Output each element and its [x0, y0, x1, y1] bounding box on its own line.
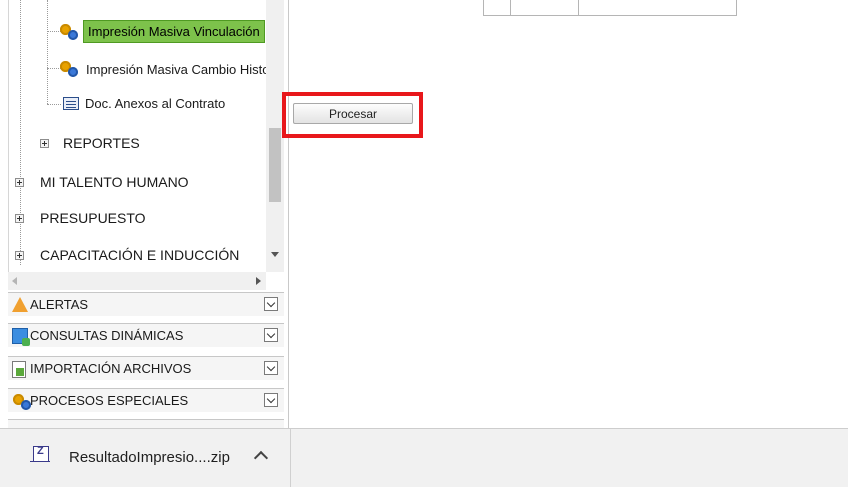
download-item[interactable]: ResultadoImpresio....zip [0, 429, 291, 487]
scroll-right-arrow-icon[interactable] [256, 277, 261, 285]
document-list-icon [63, 97, 79, 110]
gear-process-icon [12, 393, 31, 410]
menu-tree: Impresión Masiva Vinculación Impresión M… [8, 0, 289, 290]
chevron-down-icon[interactable] [264, 328, 278, 342]
tree-connector [47, 0, 48, 104]
panel-label: ALERTAS [30, 297, 89, 312]
panel-label: IMPORTACIÓN ARCHIVOS [30, 361, 192, 376]
horizontal-scrollbar[interactable] [8, 272, 266, 290]
tree-item-label: MI TALENTO HUMANO [40, 174, 189, 190]
tree-item-presupuesto[interactable]: PRESUPUESTO [15, 210, 146, 226]
dynamic-query-icon [12, 327, 30, 346]
panel-partial[interactable] [8, 419, 284, 428]
download-file-name: ResultadoImpresio....zip [69, 449, 230, 466]
download-bar: ResultadoImpresio....zip [0, 428, 848, 487]
import-file-icon [12, 360, 28, 378]
expand-plus-icon[interactable] [15, 213, 24, 223]
scrollbar-thumb[interactable] [269, 128, 281, 202]
panel-importacion-archivos[interactable]: IMPORTACIÓN ARCHIVOS [8, 356, 284, 380]
tree-item-impresion-masiva-cambio[interactable]: Impresión Masiva Cambio Histo [59, 60, 270, 78]
scroll-down-arrow-icon[interactable] [271, 252, 279, 257]
chevron-down-icon[interactable] [264, 393, 278, 407]
procesar-button[interactable]: Procesar [293, 103, 413, 124]
tree-item-label: CAPACITACIÓN E INDUCCIÓN [40, 247, 240, 263]
warning-icon [12, 296, 28, 313]
chevron-down-icon[interactable] [264, 361, 278, 375]
tree-item-impresion-masiva-vinculacion[interactable]: Impresión Masiva Vinculación [59, 20, 265, 43]
chevron-down-icon[interactable] [264, 297, 278, 311]
tree-item-label: PRESUPUESTO [40, 210, 146, 226]
tree-item-doc-anexos[interactable]: Doc. Anexos al Contrato [63, 96, 225, 111]
gear-process-icon [59, 23, 79, 41]
tree-item-reportes[interactable]: REPORTES [40, 135, 140, 151]
tree-connector [47, 104, 61, 105]
tree-item-label: Impresión Masiva Vinculación [83, 20, 265, 43]
tree-item-label: REPORTES [63, 135, 140, 151]
navigation-sidebar: Impresión Masiva Vinculación Impresión M… [0, 0, 289, 428]
data-grid-fragment [483, 0, 737, 16]
panel-label: CONSULTAS DINÁMICAS [30, 328, 184, 343]
panel-procesos-especiales[interactable]: PROCESOS ESPECIALES [8, 388, 284, 412]
tree-item-label: Doc. Anexos al Contrato [85, 96, 226, 111]
zip-file-icon [30, 445, 50, 462]
panel-consultas-dinamicas[interactable]: CONSULTAS DINÁMICAS [8, 323, 284, 347]
expand-plus-icon[interactable] [40, 138, 49, 148]
tree-item-label: Impresión Masiva Cambio Histo [86, 61, 270, 77]
expand-plus-icon[interactable] [15, 177, 24, 187]
expand-plus-icon[interactable] [15, 250, 24, 260]
tree-item-capacitacion-induccion[interactable]: CAPACITACIÓN E INDUCCIÓN [15, 247, 239, 263]
gear-process-icon [59, 60, 79, 78]
tree-item-mi-talento-humano[interactable]: MI TALENTO HUMANO [15, 174, 189, 190]
panel-alertas[interactable]: ALERTAS [8, 292, 284, 316]
scroll-left-arrow-icon[interactable] [12, 277, 17, 285]
panel-label: PROCESOS ESPECIALES [30, 393, 189, 408]
chevron-up-icon[interactable] [253, 450, 269, 466]
